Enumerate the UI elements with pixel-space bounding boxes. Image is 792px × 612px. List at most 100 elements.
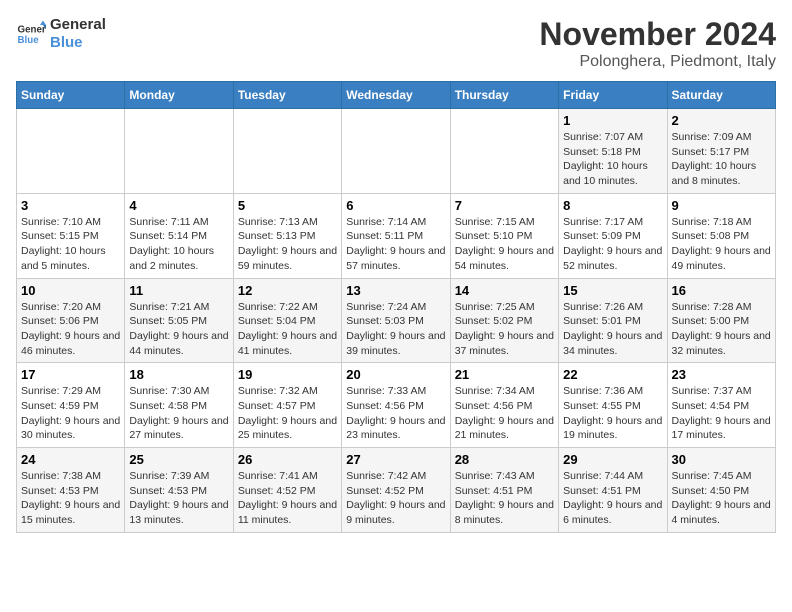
calendar-week-row: 3Sunrise: 7:10 AM Sunset: 5:15 PM Daylig…	[17, 193, 776, 278]
day-info: Sunrise: 7:17 AM Sunset: 5:09 PM Dayligh…	[563, 215, 662, 274]
calendar-cell: 29 Sunrise: 7:44 AM Sunset: 4:51 PM Dayli…	[559, 448, 667, 533]
calendar-cell: 9 Sunrise: 7:18 AM Sunset: 5:08 PM Daylig…	[667, 193, 775, 278]
day-info: Sunrise: 7:20 AM Sunset: 5:06 PM Dayligh…	[21, 300, 120, 359]
day-number: 20	[346, 367, 445, 382]
day-number: 4	[129, 198, 228, 213]
day-number: 15	[563, 283, 662, 298]
calendar-day-header: Wednesday	[342, 82, 450, 109]
day-info: Sunrise: 7:26 AM Sunset: 5:01 PM Dayligh…	[563, 300, 662, 359]
day-info: Sunrise: 7:10 AM Sunset: 5:15 PM Dayligh…	[21, 215, 120, 274]
day-number: 17	[21, 367, 120, 382]
day-info: Sunrise: 7:25 AM Sunset: 5:02 PM Dayligh…	[455, 300, 554, 359]
calendar-cell: 11Sunrise: 7:21 AM Sunset: 5:05 PM Dayli…	[125, 278, 233, 363]
day-info: Sunrise: 7:24 AM Sunset: 5:03 PM Dayligh…	[346, 300, 445, 359]
day-number: 22	[563, 367, 662, 382]
day-info: Sunrise: 7:21 AM Sunset: 5:05 PM Dayligh…	[129, 300, 228, 359]
day-number: 13	[346, 283, 445, 298]
day-info: Sunrise: 7:36 AM Sunset: 4:55 PM Dayligh…	[563, 384, 662, 443]
calendar-header: SundayMondayTuesdayWednesdayThursdayFrid…	[17, 82, 776, 109]
calendar-cell: 12 Sunrise: 7:22 AM Sunset: 5:04 PM Dayli…	[233, 278, 341, 363]
svg-text:Blue: Blue	[18, 35, 40, 46]
calendar-cell	[233, 109, 341, 194]
logo: General Blue General Blue	[16, 16, 106, 52]
calendar-cell: 18Sunrise: 7:30 AM Sunset: 4:58 PM Dayli…	[125, 363, 233, 448]
calendar-day-header: Monday	[125, 82, 233, 109]
calendar-cell: 10 Sunrise: 7:20 AM Sunset: 5:06 PM Dayli…	[17, 278, 125, 363]
logo-icon: General Blue	[16, 19, 46, 49]
day-number: 7	[455, 198, 554, 213]
calendar-week-row: 1Sunrise: 7:07 AM Sunset: 5:18 PM Daylig…	[17, 109, 776, 194]
calendar-cell: 4Sunrise: 7:11 AM Sunset: 5:14 PM Daylig…	[125, 193, 233, 278]
day-number: 10	[21, 283, 120, 298]
calendar-day-header: Tuesday	[233, 82, 341, 109]
page-header: General Blue General Blue November 2024 …	[16, 16, 776, 71]
day-info: Sunrise: 7:44 AM Sunset: 4:51 PM Dayligh…	[563, 469, 662, 528]
calendar-week-row: 10 Sunrise: 7:20 AM Sunset: 5:06 PM Dayli…	[17, 278, 776, 363]
svg-text:General: General	[18, 25, 47, 36]
day-info: Sunrise: 7:39 AM Sunset: 4:53 PM Dayligh…	[129, 469, 228, 528]
day-number: 30	[672, 452, 771, 467]
title-block: November 2024 Polonghera, Piedmont, Ital…	[539, 16, 776, 71]
calendar-body: 1Sunrise: 7:07 AM Sunset: 5:18 PM Daylig…	[17, 109, 776, 533]
day-number: 9	[672, 198, 771, 213]
day-number: 25	[129, 452, 228, 467]
month-title: November 2024	[539, 16, 776, 53]
day-info: Sunrise: 7:37 AM Sunset: 4:54 PM Dayligh…	[672, 384, 771, 443]
day-info: Sunrise: 7:18 AM Sunset: 5:08 PM Dayligh…	[672, 215, 771, 274]
day-info: Sunrise: 7:34 AM Sunset: 4:56 PM Dayligh…	[455, 384, 554, 443]
calendar-table: SundayMondayTuesdayWednesdayThursdayFrid…	[16, 81, 776, 533]
calendar-cell: 21 Sunrise: 7:34 AM Sunset: 4:56 PM Dayli…	[450, 363, 558, 448]
calendar-day-header: Sunday	[17, 82, 125, 109]
calendar-week-row: 17Sunrise: 7:29 AM Sunset: 4:59 PM Dayli…	[17, 363, 776, 448]
calendar-cell: 13 Sunrise: 7:24 AM Sunset: 5:03 PM Dayli…	[342, 278, 450, 363]
day-number: 23	[672, 367, 771, 382]
calendar-cell: 1Sunrise: 7:07 AM Sunset: 5:18 PM Daylig…	[559, 109, 667, 194]
calendar-week-row: 24Sunrise: 7:38 AM Sunset: 4:53 PM Dayli…	[17, 448, 776, 533]
day-number: 8	[563, 198, 662, 213]
day-number: 1	[563, 113, 662, 128]
calendar-cell: 7 Sunrise: 7:15 AM Sunset: 5:10 PM Daylig…	[450, 193, 558, 278]
day-info: Sunrise: 7:13 AM Sunset: 5:13 PM Dayligh…	[238, 215, 337, 274]
calendar-cell: 14 Sunrise: 7:25 AM Sunset: 5:02 PM Dayli…	[450, 278, 558, 363]
calendar-cell: 15 Sunrise: 7:26 AM Sunset: 5:01 PM Dayli…	[559, 278, 667, 363]
day-number: 28	[455, 452, 554, 467]
day-number: 6	[346, 198, 445, 213]
calendar-cell: 24Sunrise: 7:38 AM Sunset: 4:53 PM Dayli…	[17, 448, 125, 533]
day-info: Sunrise: 7:33 AM Sunset: 4:56 PM Dayligh…	[346, 384, 445, 443]
logo-line1: General	[50, 16, 106, 34]
location: Polonghera, Piedmont, Italy	[539, 53, 776, 71]
day-info: Sunrise: 7:45 AM Sunset: 4:50 PM Dayligh…	[672, 469, 771, 528]
day-number: 21	[455, 367, 554, 382]
day-number: 29	[563, 452, 662, 467]
calendar-cell: 27 Sunrise: 7:42 AM Sunset: 4:52 PM Dayli…	[342, 448, 450, 533]
calendar-cell: 26Sunrise: 7:41 AM Sunset: 4:52 PM Dayli…	[233, 448, 341, 533]
day-info: Sunrise: 7:22 AM Sunset: 5:04 PM Dayligh…	[238, 300, 337, 359]
calendar-cell	[342, 109, 450, 194]
day-number: 24	[21, 452, 120, 467]
day-info: Sunrise: 7:15 AM Sunset: 5:10 PM Dayligh…	[455, 215, 554, 274]
calendar-cell: 19Sunrise: 7:32 AM Sunset: 4:57 PM Dayli…	[233, 363, 341, 448]
calendar-cell: 23 Sunrise: 7:37 AM Sunset: 4:54 PM Dayli…	[667, 363, 775, 448]
day-info: Sunrise: 7:30 AM Sunset: 4:58 PM Dayligh…	[129, 384, 228, 443]
day-info: Sunrise: 7:09 AM Sunset: 5:17 PM Dayligh…	[672, 130, 771, 189]
day-number: 2	[672, 113, 771, 128]
calendar-cell: 3Sunrise: 7:10 AM Sunset: 5:15 PM Daylig…	[17, 193, 125, 278]
calendar-cell: 6 Sunrise: 7:14 AM Sunset: 5:11 PM Daylig…	[342, 193, 450, 278]
calendar-cell: 17Sunrise: 7:29 AM Sunset: 4:59 PM Dayli…	[17, 363, 125, 448]
day-number: 26	[238, 452, 337, 467]
day-number: 27	[346, 452, 445, 467]
day-number: 12	[238, 283, 337, 298]
day-info: Sunrise: 7:43 AM Sunset: 4:51 PM Dayligh…	[455, 469, 554, 528]
calendar-cell: 8 Sunrise: 7:17 AM Sunset: 5:09 PM Daylig…	[559, 193, 667, 278]
day-info: Sunrise: 7:42 AM Sunset: 4:52 PM Dayligh…	[346, 469, 445, 528]
calendar-cell: 28 Sunrise: 7:43 AM Sunset: 4:51 PM Dayli…	[450, 448, 558, 533]
calendar-cell: 25 Sunrise: 7:39 AM Sunset: 4:53 PM Dayli…	[125, 448, 233, 533]
day-info: Sunrise: 7:14 AM Sunset: 5:11 PM Dayligh…	[346, 215, 445, 274]
calendar-cell: 20 Sunrise: 7:33 AM Sunset: 4:56 PM Dayli…	[342, 363, 450, 448]
day-number: 16	[672, 283, 771, 298]
day-number: 14	[455, 283, 554, 298]
calendar-cell: 16 Sunrise: 7:28 AM Sunset: 5:00 PM Dayli…	[667, 278, 775, 363]
day-number: 19	[238, 367, 337, 382]
day-info: Sunrise: 7:28 AM Sunset: 5:00 PM Dayligh…	[672, 300, 771, 359]
calendar-day-header: Thursday	[450, 82, 558, 109]
